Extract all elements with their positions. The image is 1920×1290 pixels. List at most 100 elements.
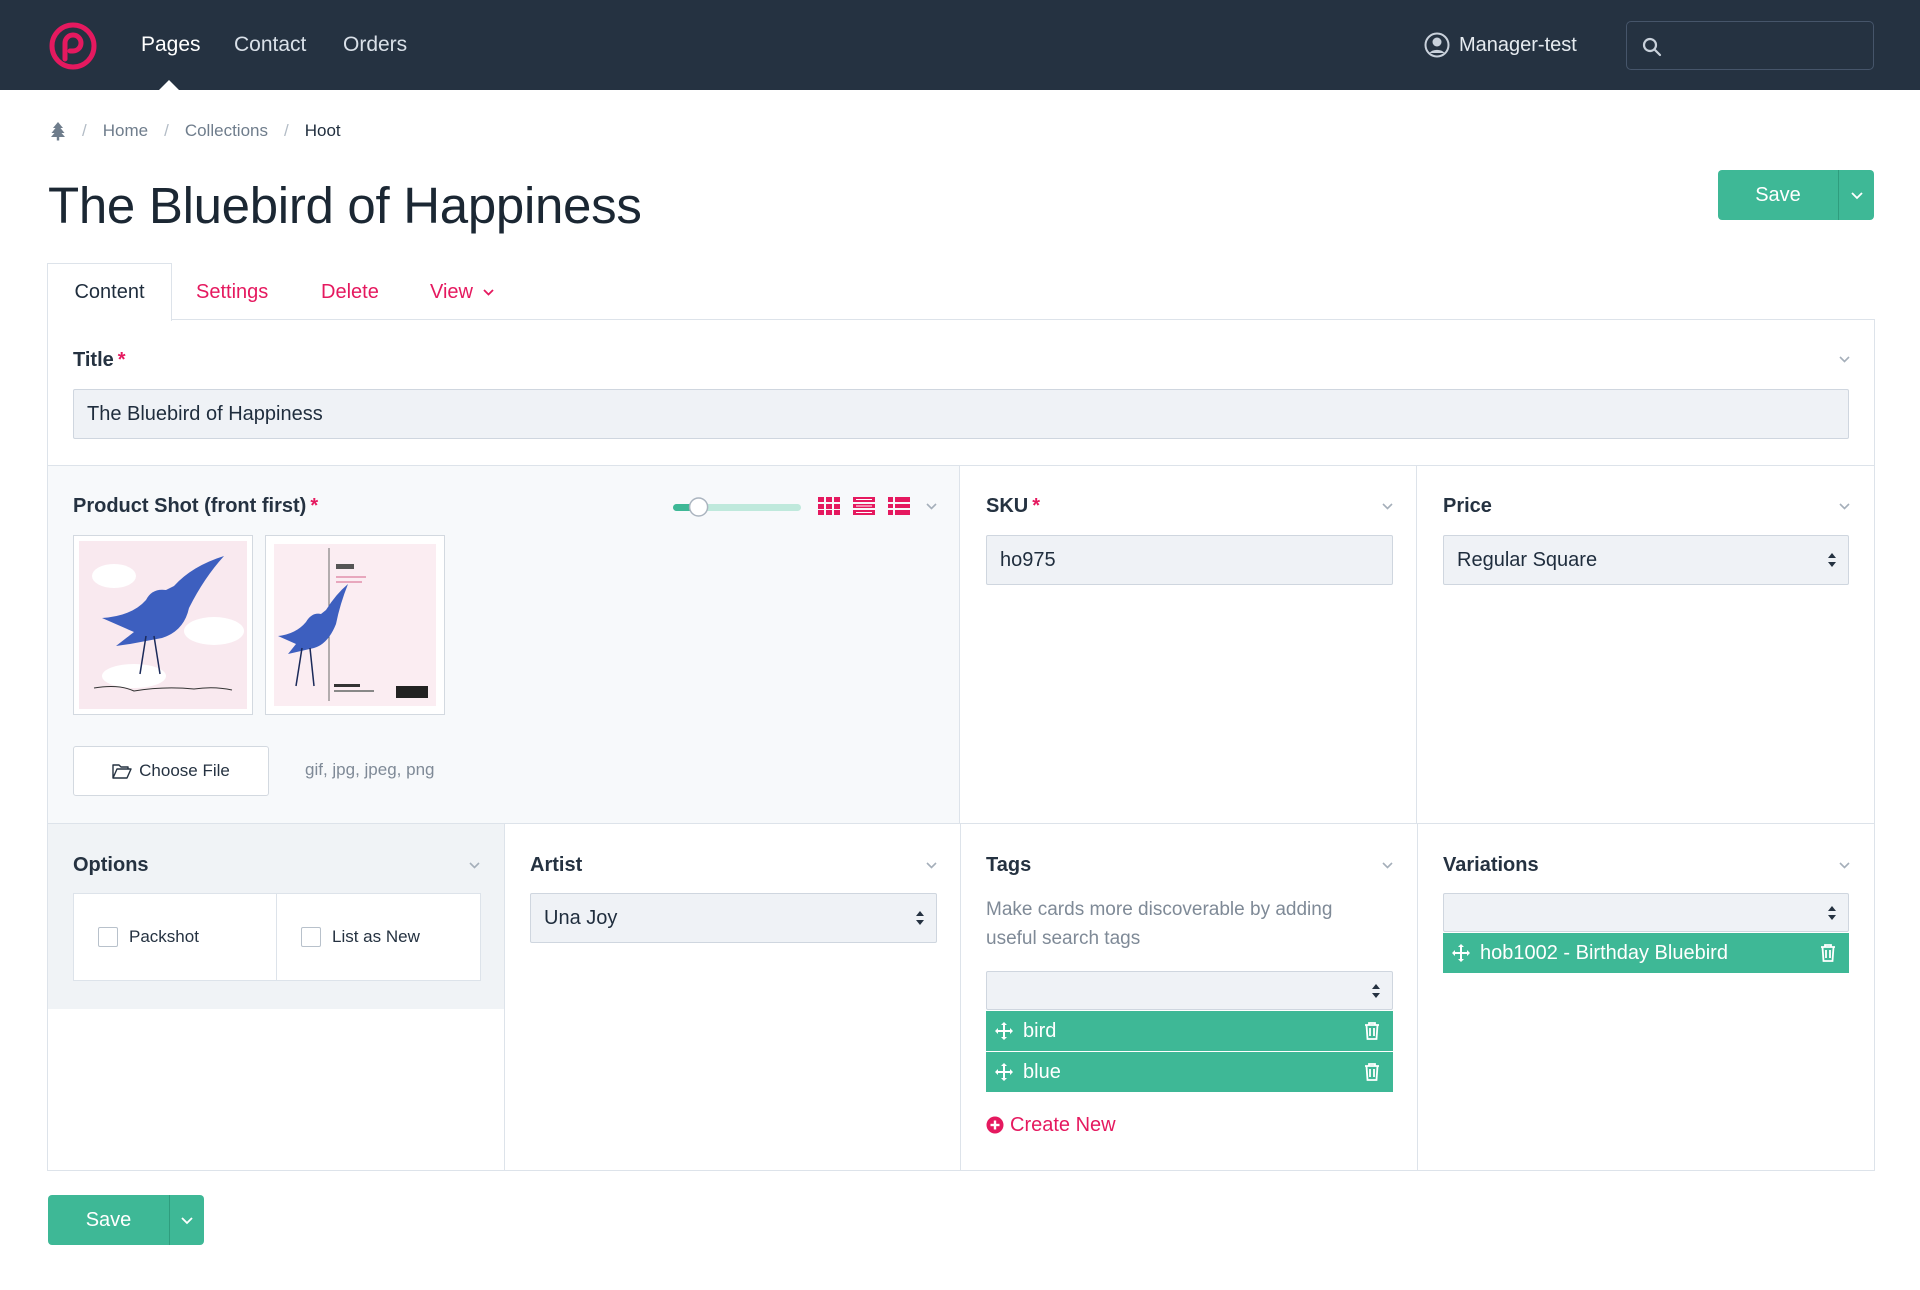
card-back-image (274, 544, 436, 706)
move-handle-icon[interactable] (994, 1062, 1014, 1082)
save-button-group-top: Save (1718, 170, 1874, 220)
select-arrows-icon (916, 911, 924, 925)
tab-settings[interactable]: Settings (196, 281, 268, 303)
packshot-option[interactable]: Packshot (73, 893, 277, 981)
allowed-file-types: gif, jpg, jpeg, png (305, 760, 435, 779)
price-cell (1417, 465, 1874, 823)
options-label: Options (73, 853, 149, 877)
chevron-down-icon (181, 1217, 193, 1225)
active-nav-indicator (159, 80, 179, 90)
chevron-down-icon (1850, 192, 1863, 200)
nav-orders[interactable]: Orders (343, 32, 407, 58)
variation-item[interactable]: hob1002 - Birthday Bluebird (1443, 933, 1849, 973)
tab-delete[interactable]: Delete (321, 281, 379, 303)
user-avatar-icon (1424, 32, 1450, 58)
list-as-new-option[interactable]: List as New (276, 893, 481, 981)
packshot-checkbox[interactable] (98, 927, 118, 947)
collapse-chevron-icon[interactable] (1838, 861, 1851, 870)
row-divider (505, 823, 1875, 824)
tree-home-icon[interactable] (50, 121, 66, 141)
required-marker: * (310, 495, 319, 517)
tab-view[interactable]: View (430, 281, 495, 303)
title-input-value: The Bluebird of Happiness (87, 402, 323, 425)
price-label-text: Price (1443, 495, 1492, 517)
title-label: Title * (73, 348, 126, 372)
tags-label-text: Tags (986, 854, 1032, 876)
collapse-chevron-icon[interactable] (925, 861, 938, 870)
search-input[interactable] (1673, 30, 1863, 61)
trash-icon[interactable] (1364, 1021, 1380, 1040)
product-image-thumb[interactable] (265, 535, 445, 715)
folder-open-icon (112, 764, 132, 779)
collapse-chevron-icon[interactable] (468, 861, 481, 870)
select-arrows-icon (1372, 984, 1380, 998)
tags-help-text: Make cards more discoverable by adding u… (986, 899, 1333, 949)
collapse-chevron-icon[interactable] (1838, 502, 1851, 511)
save-button[interactable]: Save (1718, 170, 1838, 220)
create-new-tag-link[interactable]: Create New (986, 1113, 1116, 1137)
sku-input[interactable]: ho975 (986, 535, 1393, 585)
tab-view-label: View (430, 281, 473, 303)
breadcrumb-separator: / (164, 121, 169, 140)
nav-contact[interactable]: Contact (234, 32, 306, 58)
tab-content[interactable]: Content (47, 263, 172, 321)
page-title: The Bluebird of Happiness (48, 177, 642, 234)
search-box[interactable] (1626, 21, 1874, 70)
tag-label: bird (1023, 1019, 1057, 1042)
product-image-thumb[interactable] (73, 535, 253, 715)
save-button[interactable]: Save (48, 1195, 169, 1245)
grid-view-icon[interactable] (818, 497, 840, 515)
price-label: Price (1443, 494, 1492, 518)
breadcrumb-current: Hoot (304, 121, 341, 140)
artist-label: Artist (530, 853, 582, 877)
brand-logo-icon[interactable] (48, 21, 98, 71)
thumbnail-size-slider[interactable] (673, 494, 801, 520)
select-arrows-icon (1828, 553, 1836, 567)
user-menu[interactable]: Manager-test (1424, 32, 1577, 58)
variation-label: hob1002 - Birthday Bluebird (1480, 941, 1728, 964)
breadcrumb-home[interactable]: Home (103, 120, 148, 142)
search-icon (1642, 37, 1662, 57)
nav-pages[interactable]: Pages (141, 32, 201, 58)
bluebird-card-image (79, 541, 247, 709)
breadcrumb-collections[interactable]: Collections (185, 120, 268, 142)
price-select-value: Regular Square (1457, 548, 1598, 571)
save-options-toggle[interactable] (169, 1195, 204, 1245)
collapse-chevron-icon[interactable] (1838, 355, 1851, 364)
user-name: Manager-test (1459, 34, 1577, 56)
variations-label-text: Variations (1443, 854, 1539, 876)
trash-icon[interactable] (1364, 1062, 1380, 1081)
move-handle-icon[interactable] (994, 1021, 1014, 1041)
stacked-view-icon[interactable] (853, 497, 875, 515)
required-marker: * (117, 349, 126, 371)
collapse-chevron-icon[interactable] (1381, 861, 1394, 870)
tag-item[interactable]: blue (986, 1052, 1393, 1092)
column-divider (1417, 823, 1418, 1171)
column-divider (504, 823, 505, 1171)
trash-icon[interactable] (1820, 943, 1836, 962)
column-divider (960, 823, 961, 1171)
chevron-down-icon (483, 288, 494, 296)
artist-select[interactable]: Una Joy (530, 893, 937, 943)
list-view-icon[interactable] (888, 497, 910, 515)
save-options-toggle[interactable] (1838, 170, 1874, 220)
tags-select[interactable] (986, 971, 1393, 1010)
title-input[interactable]: The Bluebird of Happiness (73, 389, 1849, 439)
create-new-label: Create New (1010, 1114, 1116, 1136)
sku-input-value: ho975 (1000, 548, 1056, 571)
collapse-chevron-icon[interactable] (925, 502, 938, 511)
variations-select[interactable] (1443, 893, 1849, 932)
variations-label: Variations (1443, 853, 1539, 877)
sku-label: SKU * (986, 494, 1040, 518)
collapse-chevron-icon[interactable] (1381, 502, 1394, 511)
choose-file-label: Choose File (139, 761, 230, 780)
artist-select-value: Una Joy (544, 906, 618, 929)
tag-item[interactable]: bird (986, 1011, 1393, 1051)
price-select[interactable]: Regular Square (1443, 535, 1849, 585)
breadcrumb-separator: / (82, 121, 87, 140)
choose-file-button[interactable]: Choose File (73, 746, 269, 796)
list-as-new-checkbox[interactable] (301, 927, 321, 947)
plus-circle-icon (986, 1116, 1004, 1134)
move-handle-icon[interactable] (1451, 943, 1471, 963)
tag-label: blue (1023, 1060, 1061, 1083)
